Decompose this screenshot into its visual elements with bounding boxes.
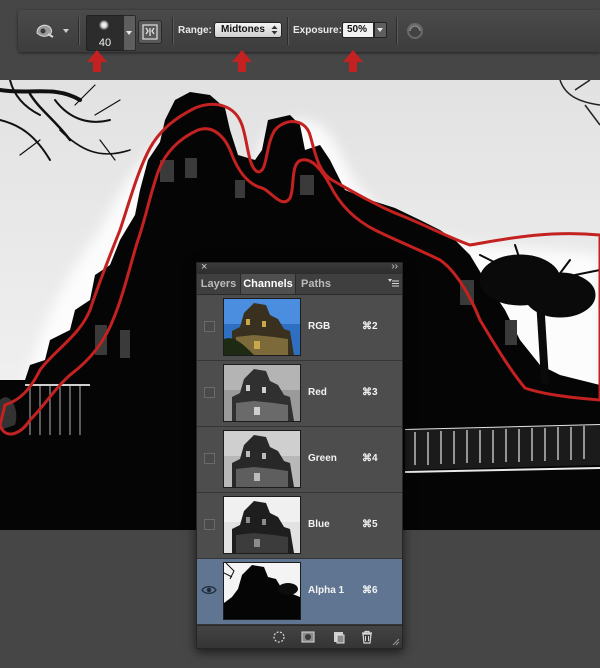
burn-tool-icon bbox=[36, 24, 69, 38]
channel-row-rgb[interactable]: RGB ⌘2 bbox=[197, 295, 402, 361]
panel-menu-icon[interactable] bbox=[388, 278, 399, 288]
porch-right bbox=[404, 424, 600, 473]
brush-panel-icon bbox=[142, 24, 158, 40]
new-channel-icon[interactable] bbox=[332, 630, 346, 644]
resize-grip-icon[interactable] bbox=[392, 638, 400, 646]
range-label: Range: bbox=[178, 25, 212, 36]
load-channel-as-selection-icon[interactable] bbox=[272, 630, 286, 644]
channel-name: Blue bbox=[308, 519, 330, 530]
channel-thumbnail-blue bbox=[223, 496, 301, 554]
separator bbox=[287, 17, 289, 45]
exposure-label: Exposure: bbox=[293, 25, 342, 36]
range-select-value: Midtones bbox=[221, 24, 265, 35]
brush-tip-icon bbox=[99, 20, 109, 30]
channel-thumbnail-rgb bbox=[223, 298, 301, 356]
exposure-slider-button[interactable] bbox=[374, 22, 387, 38]
airbrush-icon bbox=[407, 23, 423, 39]
brush-picker-dropdown-button[interactable] bbox=[123, 15, 136, 51]
airbrush-toggle-button[interactable] bbox=[404, 20, 426, 42]
channel-name: Green bbox=[308, 453, 337, 464]
channel-name: Alpha 1 bbox=[308, 585, 345, 596]
collapse-panel-icon[interactable]: ›› bbox=[391, 261, 398, 272]
tab-paths[interactable]: Paths bbox=[296, 274, 336, 294]
visibility-toggle[interactable] bbox=[204, 321, 215, 332]
separator bbox=[172, 17, 174, 45]
panel-titlebar[interactable]: × ›› bbox=[197, 261, 402, 274]
brush-preset-picker[interactable]: 40 bbox=[86, 15, 124, 51]
channel-thumbnail-green bbox=[223, 430, 301, 488]
channel-row-alpha-1[interactable]: Alpha 1 ⌘6 bbox=[197, 559, 402, 625]
channel-shortcut: ⌘5 bbox=[362, 519, 378, 530]
channel-shortcut: ⌘3 bbox=[362, 387, 378, 398]
exposure-value: 50% bbox=[347, 24, 368, 35]
separator bbox=[78, 17, 80, 45]
channel-thumbnail-red bbox=[223, 364, 301, 422]
channel-name: Red bbox=[308, 387, 327, 398]
channel-row-red[interactable]: Red ⌘3 bbox=[197, 361, 402, 427]
brush-size-value: 40 bbox=[98, 37, 112, 49]
visibility-toggle[interactable] bbox=[204, 387, 215, 398]
channel-shortcut: ⌘6 bbox=[362, 585, 378, 596]
channel-shortcut: ⌘2 bbox=[362, 321, 378, 332]
toggle-brush-panel-button[interactable] bbox=[138, 20, 162, 44]
tool-options-bar: 40 Range: Midtones Exposure: 50% bbox=[18, 10, 600, 52]
channel-row-green[interactable]: Green ⌘4 bbox=[197, 427, 402, 493]
panel-tab-strip: Layers Channels Paths bbox=[197, 274, 402, 295]
red-arrow-range bbox=[232, 50, 252, 72]
channel-shortcut: ⌘4 bbox=[362, 453, 378, 464]
trash-icon[interactable] bbox=[360, 630, 374, 644]
red-arrow-brush-size bbox=[87, 50, 107, 72]
channels-panel: × ›› Layers Channels Paths RGB ⌘2 Red ⌘3… bbox=[196, 261, 403, 649]
visibility-toggle[interactable] bbox=[204, 453, 215, 464]
eye-icon[interactable] bbox=[201, 584, 217, 596]
tool-preset-picker[interactable] bbox=[34, 21, 74, 41]
separator bbox=[396, 17, 398, 45]
channel-row-blue[interactable]: Blue ⌘5 bbox=[197, 493, 402, 559]
exposure-input[interactable]: 50% bbox=[342, 22, 374, 38]
range-select[interactable]: Midtones bbox=[214, 22, 282, 38]
tab-channels[interactable]: Channels bbox=[240, 274, 296, 294]
red-arrow-exposure bbox=[343, 50, 363, 72]
channel-thumbnail-alpha-1 bbox=[223, 562, 301, 620]
close-panel-icon[interactable]: × bbox=[201, 261, 207, 273]
select-arrows-icon bbox=[271, 25, 278, 35]
tab-layers[interactable]: Layers bbox=[197, 274, 240, 294]
save-selection-as-channel-icon[interactable] bbox=[301, 630, 315, 644]
channel-name: RGB bbox=[308, 321, 331, 332]
visibility-toggle[interactable] bbox=[204, 519, 215, 530]
panel-footer bbox=[197, 625, 402, 648]
